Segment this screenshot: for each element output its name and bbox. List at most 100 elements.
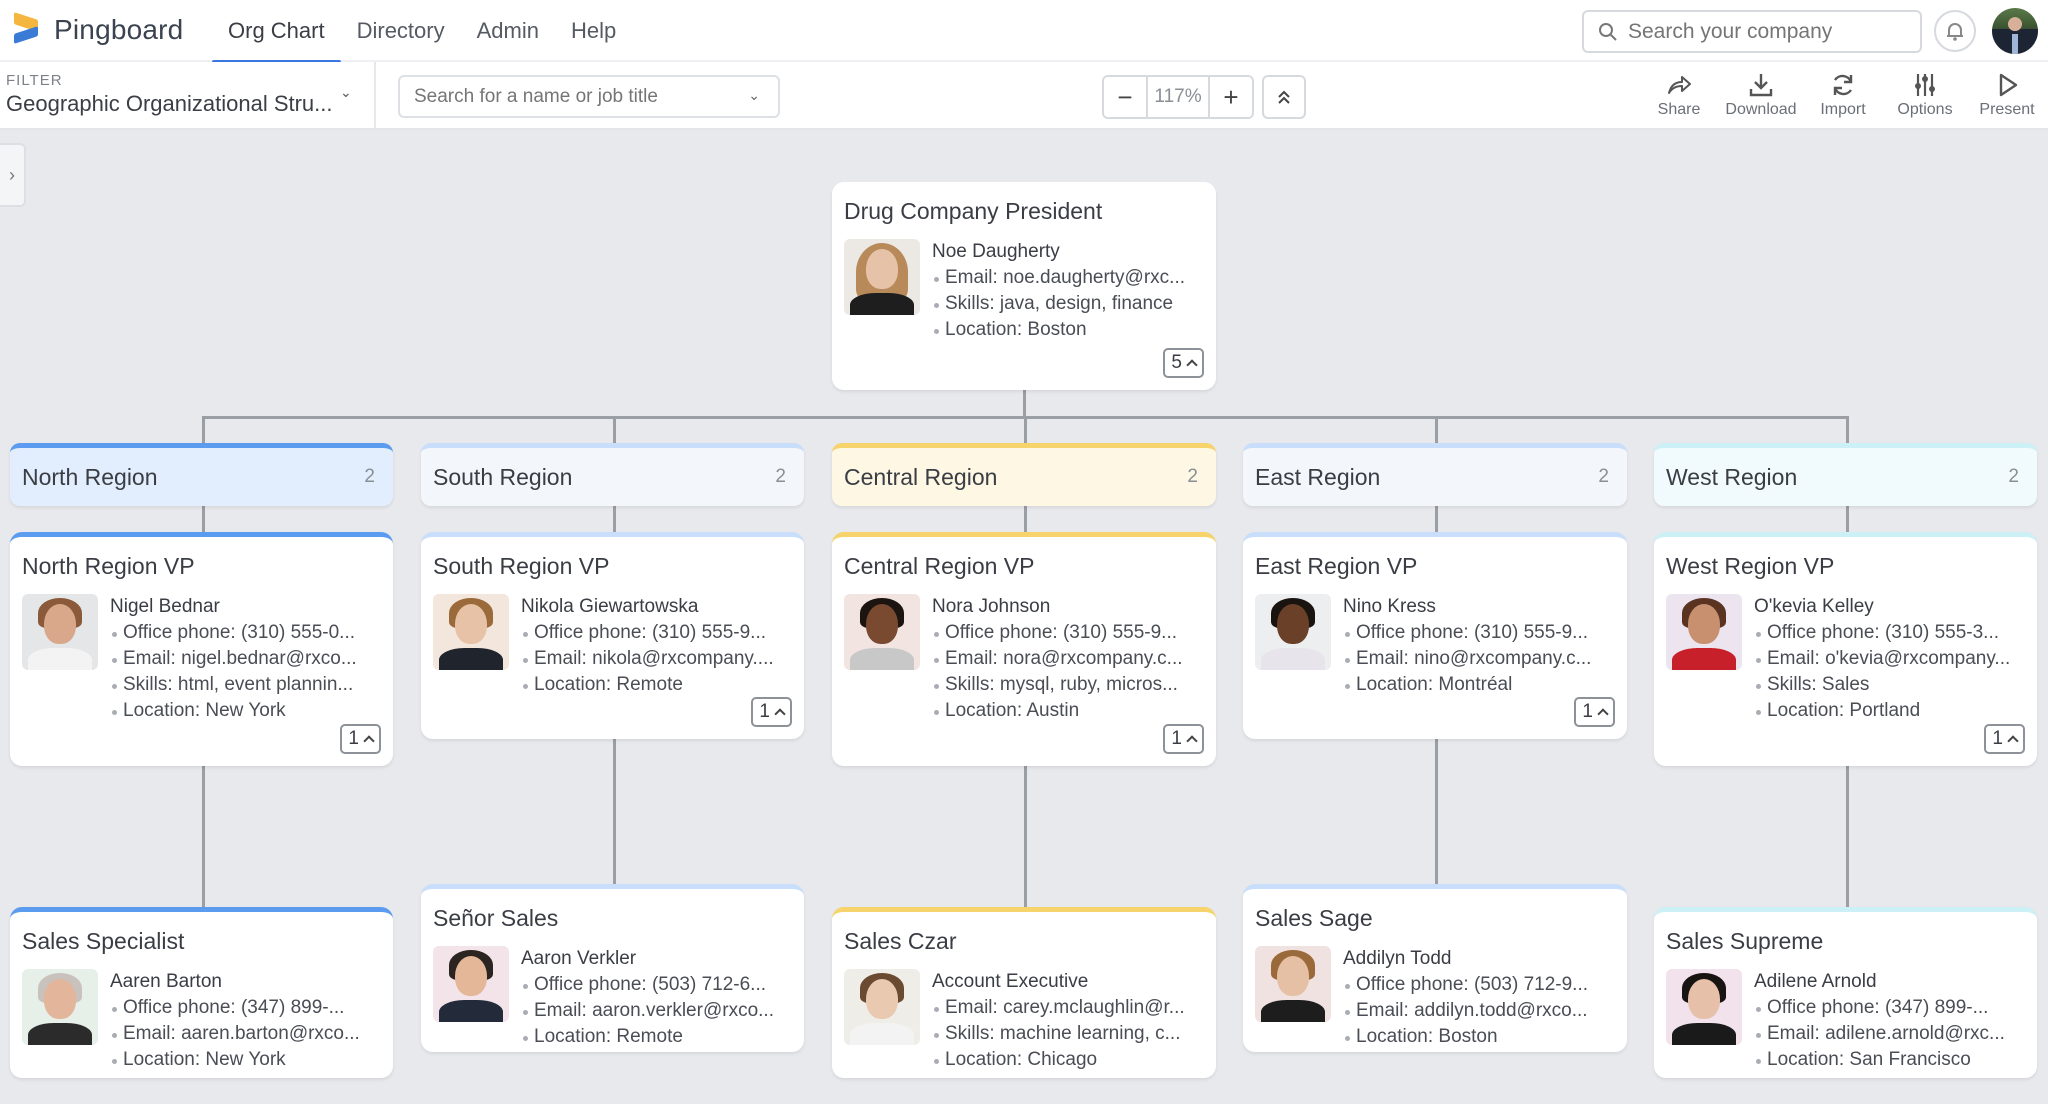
- connector-line: [1846, 416, 1849, 444]
- chevron-down-icon: ⌄: [748, 87, 760, 103]
- person-name: Account Executive: [932, 971, 1089, 992]
- options-button[interactable]: Options: [1884, 62, 1966, 128]
- person-detail: Location: Austin: [932, 698, 1183, 724]
- person-detail: Skills: java, design, finance: [932, 291, 1185, 317]
- vp-card[interactable]: South Region VP Nikola Giewartowska Office…: [421, 532, 804, 739]
- region-count: 2: [1598, 466, 1609, 487]
- company-search[interactable]: [1582, 10, 1922, 53]
- person-info: Nigel Bednar Office phone: (310) 555-0...…: [110, 594, 357, 724]
- expand-reports-button[interactable]: 1: [1163, 724, 1204, 754]
- nav-tab-directory[interactable]: Directory: [341, 0, 461, 62]
- region-header[interactable]: South Region 2: [421, 443, 804, 506]
- name-search[interactable]: ⌄: [398, 75, 780, 118]
- person-info: Aaron Verkler Office phone: (503) 712-6..…: [521, 946, 774, 1050]
- person-info: Adilene Arnold Office phone: (347) 899-..…: [1754, 969, 2005, 1073]
- zoom-out-button[interactable]: −: [1104, 77, 1146, 117]
- nav-tab-org-chart[interactable]: Org Chart: [212, 0, 341, 64]
- name-search-input[interactable]: [414, 85, 734, 108]
- connector-line: [1435, 739, 1438, 884]
- region-name: Central Region: [844, 463, 998, 490]
- region-count: 2: [2008, 466, 2019, 487]
- person-detail: Location: Montréal: [1343, 672, 1591, 698]
- person-name: Nino Kress: [1343, 596, 1436, 617]
- vp-card[interactable]: North Region VP Nigel Bednar Office phone:…: [10, 532, 393, 766]
- region-name: South Region: [433, 463, 573, 490]
- person-detail: Email: aaren.barton@rxco...: [110, 1021, 360, 1047]
- report-card[interactable]: Sales Supreme Adilene Arnold Office phone:…: [1654, 907, 2037, 1078]
- connector-line: [1435, 505, 1438, 533]
- expand-reports-button[interactable]: 1: [1984, 724, 2025, 754]
- vp-card[interactable]: West Region VP O'kevia Kelley Office phone…: [1654, 532, 2037, 766]
- card-title: Central Region VP: [844, 553, 1035, 579]
- report-card[interactable]: Señor Sales Aaron Verkler Office phone: (5…: [421, 884, 804, 1052]
- reports-count: 1: [759, 701, 770, 722]
- expand-reports-button[interactable]: 1: [1574, 697, 1615, 727]
- reports-count: 1: [348, 728, 359, 749]
- connector-line: [613, 739, 616, 884]
- reports-count: 1: [1171, 728, 1182, 749]
- top-navigation: Pingboard Org Chart Directory Admin Help: [0, 0, 2048, 64]
- nav-tab-admin[interactable]: Admin: [461, 0, 555, 62]
- company-search-input[interactable]: [1628, 19, 1908, 44]
- chevron-up-icon: [1597, 708, 1609, 720]
- vp-card[interactable]: East Region VP Nino Kress Office phone: (3…: [1243, 532, 1627, 739]
- person-name: Nora Johnson: [932, 596, 1051, 617]
- expand-reports-button[interactable]: 5: [1163, 348, 1204, 378]
- person-detail: Office phone: (310) 555-9...: [1343, 620, 1591, 646]
- person-name: Nigel Bednar: [110, 596, 220, 617]
- expand-reports-button[interactable]: 1: [751, 697, 792, 727]
- person-detail: Location: Portland: [1754, 698, 2010, 724]
- person-name: O'kevia Kelley: [1754, 596, 1874, 617]
- notifications-button[interactable]: [1934, 10, 1976, 52]
- person-detail: Skills: Sales: [1754, 672, 2010, 698]
- region-name: North Region: [22, 463, 158, 490]
- person-photo: [1255, 594, 1331, 670]
- card-title: Señor Sales: [433, 905, 559, 931]
- options-label: Options: [1897, 101, 1953, 118]
- brand-name: Pingboard: [54, 14, 184, 45]
- region-header[interactable]: North Region 2: [10, 443, 393, 506]
- user-avatar[interactable]: [1992, 8, 2038, 54]
- connector-line: [1024, 766, 1027, 907]
- search-icon: [1599, 22, 1617, 41]
- collapse-all-button[interactable]: [1262, 75, 1306, 119]
- region-header[interactable]: West Region 2: [1654, 443, 2037, 506]
- share-button[interactable]: Share: [1638, 62, 1720, 128]
- nav-tab-help[interactable]: Help: [555, 0, 632, 62]
- bell-icon: [1947, 23, 1963, 41]
- report-card[interactable]: Sales Sage Addilyn Todd Office phone: (503…: [1243, 884, 1627, 1052]
- zoom-in-button[interactable]: +: [1210, 77, 1252, 117]
- share-icon: [1668, 76, 1691, 94]
- sidebar-expand-button[interactable]: ›: [0, 143, 26, 207]
- download-button[interactable]: Download: [1720, 62, 1802, 128]
- person-name: Noe Daugherty: [932, 241, 1060, 262]
- card-title: Sales Sage: [1255, 905, 1373, 931]
- import-button[interactable]: Import: [1802, 62, 1884, 128]
- region-header[interactable]: East Region 2: [1243, 443, 1627, 506]
- report-card[interactable]: Sales Specialist Aaren Barton Office phone…: [10, 907, 393, 1078]
- present-button[interactable]: Present: [1966, 62, 2048, 128]
- present-label: Present: [1979, 101, 2035, 118]
- filter-select[interactable]: FILTER Geographic Organizational Stru...…: [0, 62, 376, 128]
- chevron-up-icon: [363, 735, 375, 747]
- main-nav-tabs: Org Chart Directory Admin Help: [212, 0, 632, 64]
- connector-line: [1846, 505, 1849, 533]
- region-header[interactable]: Central Region 2: [832, 443, 1216, 506]
- report-card[interactable]: Sales Czar Account Executive Email: carey.…: [832, 907, 1216, 1078]
- person-detail: Email: addilyn.todd@rxco...: [1343, 998, 1588, 1024]
- person-info: Account Executive Email: carey.mclaughlin…: [932, 969, 1185, 1073]
- person-detail: Email: adilene.arnold@rxc...: [1754, 1021, 2005, 1047]
- chevron-up-icon: [1186, 359, 1198, 371]
- person-name: Addilyn Todd: [1343, 948, 1452, 969]
- brand-logo[interactable]: Pingboard: [12, 12, 184, 46]
- card-title: Drug Company President: [844, 198, 1103, 224]
- vp-card[interactable]: Central Region VP Nora Johnson Office phon…: [832, 532, 1216, 766]
- person-detail: Location: San Francisco: [1754, 1047, 2005, 1073]
- chevron-up-icon: [1186, 735, 1198, 747]
- president-card[interactable]: Drug Company President Noe Daugherty Ema…: [832, 182, 1216, 390]
- zoom-level: 117%: [1146, 77, 1210, 117]
- person-info: Nora Johnson Office phone: (310) 555-9...…: [932, 594, 1183, 724]
- card-title: Sales Czar: [844, 928, 957, 954]
- expand-reports-button[interactable]: 1: [340, 724, 381, 754]
- person-name: Adilene Arnold: [1754, 971, 1877, 992]
